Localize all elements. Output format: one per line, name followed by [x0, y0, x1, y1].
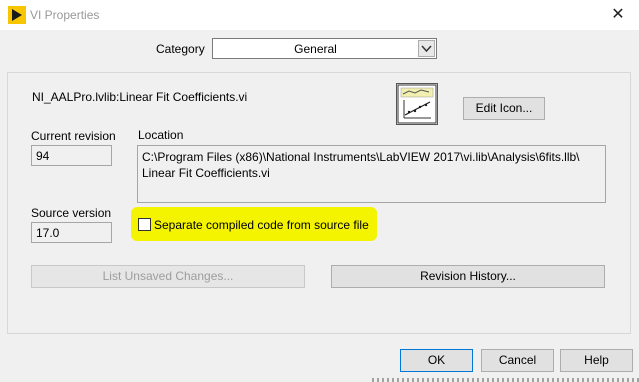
close-icon: ✕ [611, 6, 625, 23]
separate-compiled-checkbox[interactable] [138, 218, 151, 231]
ok-button[interactable]: OK [400, 349, 473, 372]
source-version-field: 17.0 [31, 222, 112, 243]
close-button[interactable]: ✕ [604, 4, 632, 26]
edit-icon-button[interactable]: Edit Icon... [463, 97, 545, 120]
window-title: VI Properties [30, 8, 100, 22]
linear-fit-icon [397, 84, 437, 124]
source-version-label: Source version [31, 206, 112, 220]
location-field: C:\Program Files (x86)\National Instrume… [137, 145, 606, 203]
current-revision-field: 94 [31, 145, 112, 166]
category-label: Category [156, 42, 205, 56]
location-label: Location [138, 128, 184, 142]
cancel-button[interactable]: Cancel [481, 349, 554, 372]
category-selected-value: General [294, 42, 337, 56]
location-line-1: C:\Program Files (x86)\National Instrume… [142, 150, 580, 164]
category-select[interactable]: General [212, 38, 437, 59]
list-unsaved-changes-button[interactable]: List Unsaved Changes... [31, 265, 305, 288]
vi-icon-preview [396, 83, 438, 125]
labview-arrow-icon [8, 6, 26, 24]
chevron-down-icon[interactable] [418, 40, 435, 57]
revision-history-button[interactable]: Revision History... [331, 265, 605, 288]
window-edge-shadow [372, 378, 639, 382]
help-button[interactable]: Help [560, 349, 633, 372]
current-revision-label: Current revision [31, 129, 116, 143]
separate-compiled-label[interactable]: Separate compiled code from source file [154, 218, 369, 232]
title-bar: VI Properties ✕ [0, 0, 639, 30]
location-line-2: Linear Fit Coefficients.vi [142, 166, 270, 180]
vi-path: NI_AALPro.lvlib:Linear Fit Coefficients.… [32, 90, 248, 104]
